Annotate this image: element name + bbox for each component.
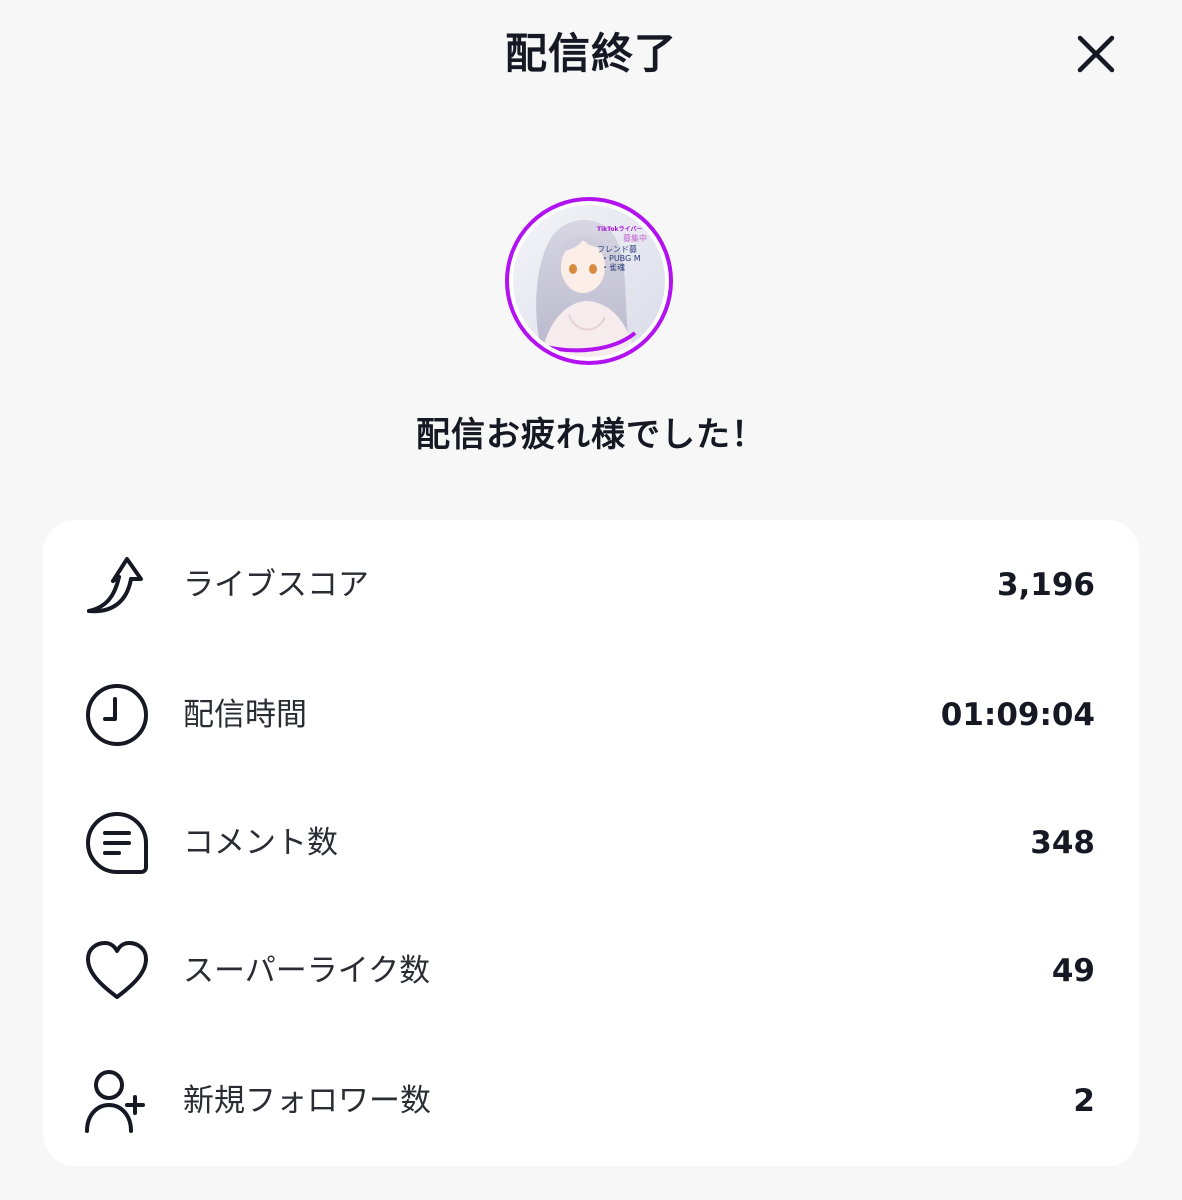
- avatar-image: TikTokライバー 募集中 フレンド募 ・PUBG M ・雀魂: [513, 205, 665, 357]
- avatar-text: TikTokライバー 募集中 フレンド募 ・PUBG M ・雀魂: [597, 226, 665, 273]
- stat-row-stream-time: 配信時間 01:09:04: [43, 660, 1139, 770]
- avatar-text-line: TikTokライバー: [597, 226, 643, 233]
- stat-row-live-score: ライブスコア 3,196: [43, 530, 1139, 640]
- stat-value: 3,196: [996, 567, 1095, 603]
- avatar-text-line: 募集中: [623, 233, 647, 243]
- stat-value: 348: [1030, 825, 1095, 861]
- stat-value: 01:09:04: [940, 697, 1095, 733]
- page-title: 配信終了: [504, 29, 677, 78]
- heart-icon: [83, 937, 151, 1005]
- stats-card: ライブスコア 3,196 配信時間 01:09:04 コメント数 348 スーパ…: [43, 520, 1139, 1166]
- close-icon: [1077, 35, 1115, 73]
- avatar-text-line: ・雀魂: [601, 263, 625, 273]
- stat-label: コメント数: [183, 825, 338, 861]
- stat-label: 新規フォロワー数: [183, 1083, 431, 1119]
- stat-value: 49: [1051, 953, 1095, 989]
- completion-message: 配信お疲れ様でした！: [416, 415, 766, 455]
- stat-label: スーパーライク数: [183, 953, 431, 989]
- stat-row-super-likes: スーパーライク数 49: [43, 916, 1139, 1026]
- trending-up-arrow-icon: [83, 551, 151, 619]
- add-user-icon: [83, 1067, 151, 1135]
- stat-row-comments: コメント数 348: [43, 788, 1139, 898]
- stat-label: ライブスコア: [183, 567, 369, 603]
- stat-label: 配信時間: [183, 697, 307, 733]
- comment-bubble-icon: [83, 809, 151, 877]
- avatar-text-line: フレンド募: [597, 245, 637, 255]
- stat-row-new-followers: 新規フォロワー数 2: [43, 1046, 1139, 1156]
- avatar[interactable]: TikTokライバー 募集中 フレンド募 ・PUBG M ・雀魂: [503, 195, 675, 367]
- stat-value: 2: [1073, 1083, 1095, 1119]
- close-button[interactable]: [1066, 24, 1126, 84]
- clock-icon: [83, 681, 151, 749]
